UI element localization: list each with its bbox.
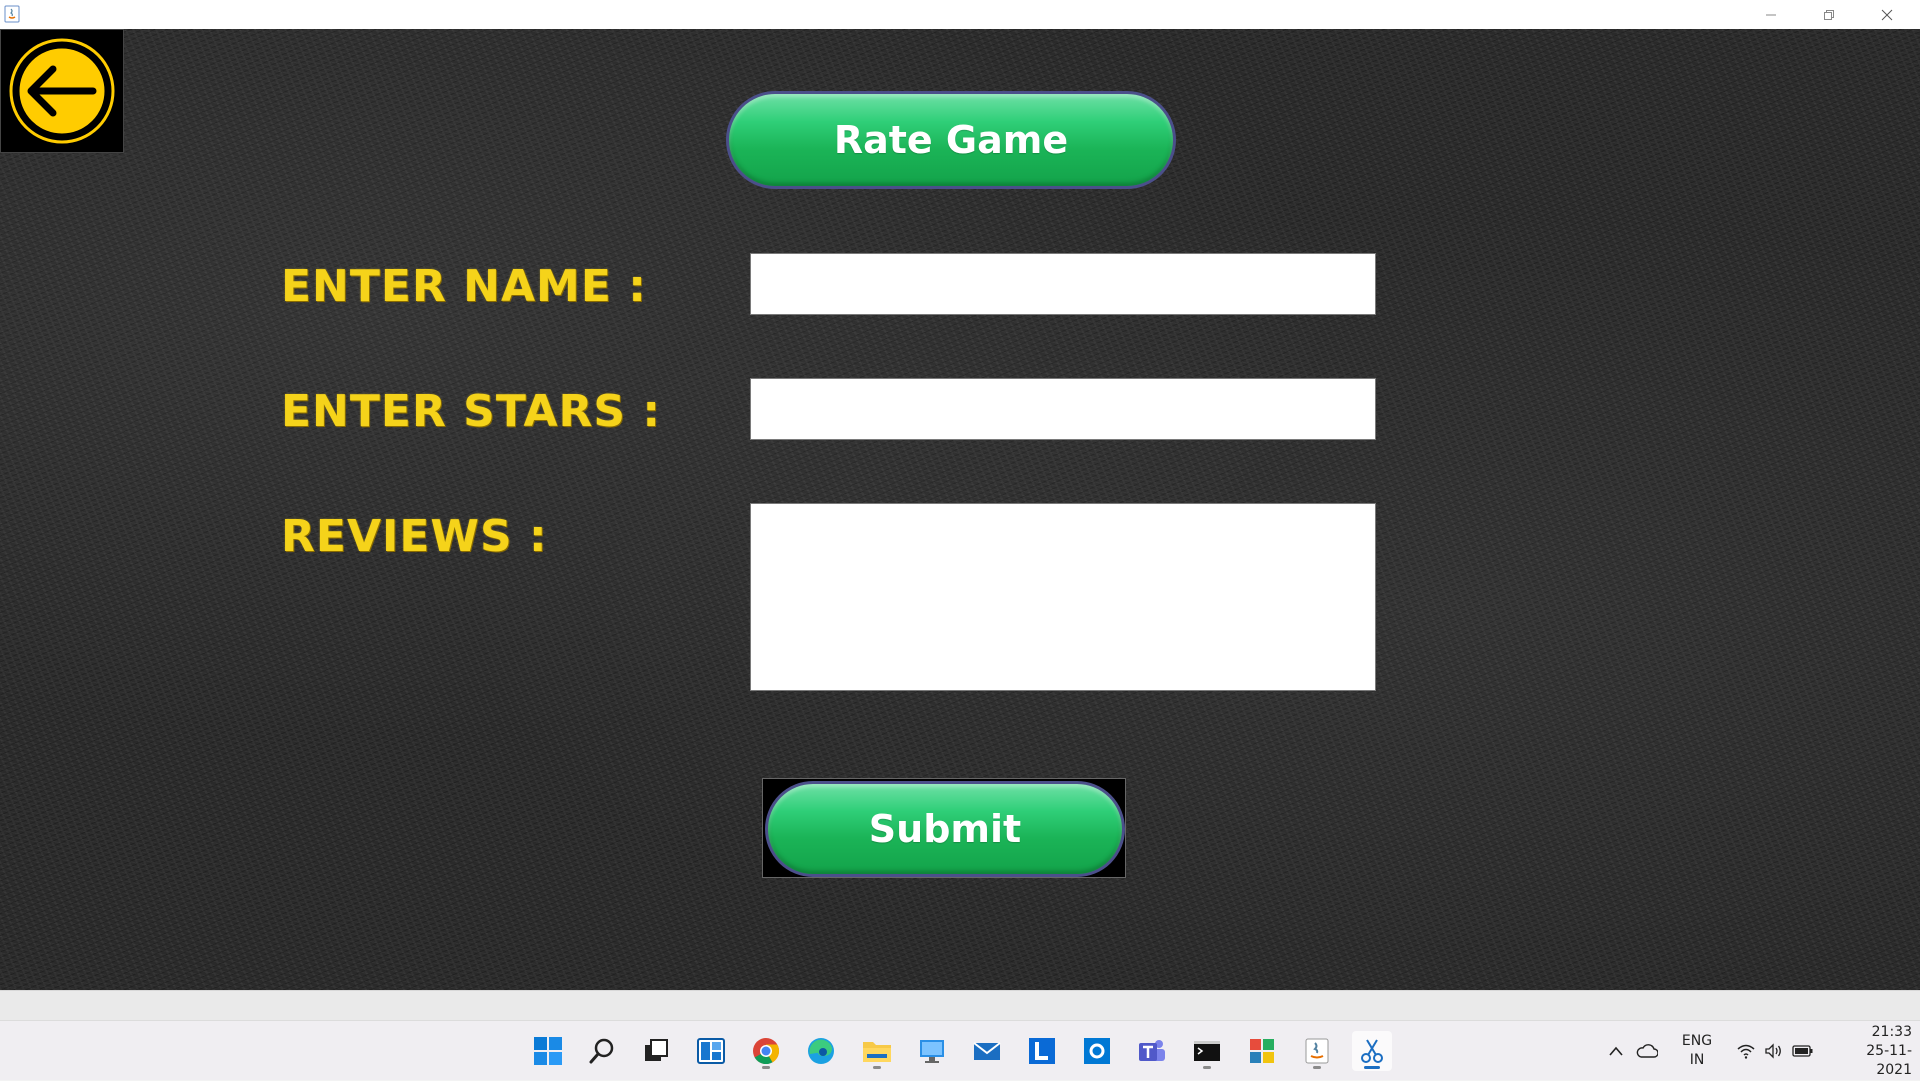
search-icon[interactable] bbox=[582, 1031, 622, 1071]
minimize-button[interactable] bbox=[1742, 0, 1800, 29]
chrome-icon[interactable] bbox=[746, 1031, 786, 1071]
rate-game-panel: Rate Game ENTER NAME : ENTER STARS : REV… bbox=[0, 29, 1920, 990]
snipping-tool-icon[interactable] bbox=[1352, 1031, 1392, 1071]
l-app-icon[interactable] bbox=[1022, 1031, 1062, 1071]
restore-button[interactable] bbox=[1800, 0, 1858, 29]
submit-button[interactable]: Submit bbox=[765, 781, 1125, 877]
language-indicator[interactable]: ENG IN bbox=[1672, 1032, 1722, 1070]
clock[interactable]: 21:33 25-11-2021 bbox=[1832, 1023, 1912, 1080]
teams-icon[interactable] bbox=[1132, 1031, 1172, 1071]
java-icon[interactable] bbox=[1297, 1031, 1337, 1071]
reviews-textarea[interactable] bbox=[750, 503, 1376, 691]
file-explorer-icon[interactable] bbox=[857, 1031, 897, 1071]
window-bottom-strip bbox=[0, 990, 1920, 1020]
windows-start-icon[interactable] bbox=[528, 1031, 568, 1071]
window-title-bar bbox=[0, 0, 1920, 29]
rate-game-title-button[interactable]: Rate Game bbox=[726, 91, 1176, 189]
name-input[interactable] bbox=[750, 253, 1376, 315]
terminal-icon[interactable] bbox=[1187, 1031, 1227, 1071]
submit-button-frame: Submit bbox=[762, 778, 1126, 878]
clock-date: 25-11-2021 bbox=[1866, 1042, 1912, 1078]
region-code: IN bbox=[1689, 1052, 1705, 1068]
reviews-label: REVIEWS : bbox=[281, 511, 548, 562]
stars-input[interactable] bbox=[750, 378, 1376, 440]
widgets-icon[interactable] bbox=[691, 1031, 731, 1071]
clock-time: 21:33 bbox=[1871, 1023, 1912, 1040]
chevron-up-icon[interactable] bbox=[1604, 1039, 1628, 1063]
battery-icon[interactable] bbox=[1788, 1039, 1818, 1063]
edge-icon[interactable] bbox=[801, 1031, 841, 1071]
system-tray: ENG IN 21:33 25-11-2021 bbox=[1604, 1021, 1912, 1081]
back-arrow-icon bbox=[9, 38, 115, 144]
office-icon[interactable] bbox=[1242, 1031, 1282, 1071]
close-button[interactable] bbox=[1858, 0, 1916, 29]
onedrive-cloud-icon[interactable] bbox=[1632, 1039, 1662, 1063]
enter-name-label: ENTER NAME : bbox=[281, 261, 647, 312]
java-app-icon bbox=[4, 5, 20, 23]
wifi-icon[interactable] bbox=[1732, 1039, 1760, 1063]
mail-icon[interactable] bbox=[967, 1031, 1007, 1071]
task-view-icon[interactable] bbox=[636, 1031, 676, 1071]
outlook-icon[interactable] bbox=[1077, 1031, 1117, 1071]
volume-icon[interactable] bbox=[1760, 1039, 1788, 1063]
enter-stars-label: ENTER STARS : bbox=[281, 386, 661, 437]
language-code: ENG bbox=[1681, 1033, 1713, 1049]
back-button[interactable] bbox=[0, 29, 124, 153]
taskbar: ENG IN 21:33 25-11-2021 bbox=[0, 1020, 1920, 1080]
remote-desktop-icon[interactable] bbox=[912, 1031, 952, 1071]
